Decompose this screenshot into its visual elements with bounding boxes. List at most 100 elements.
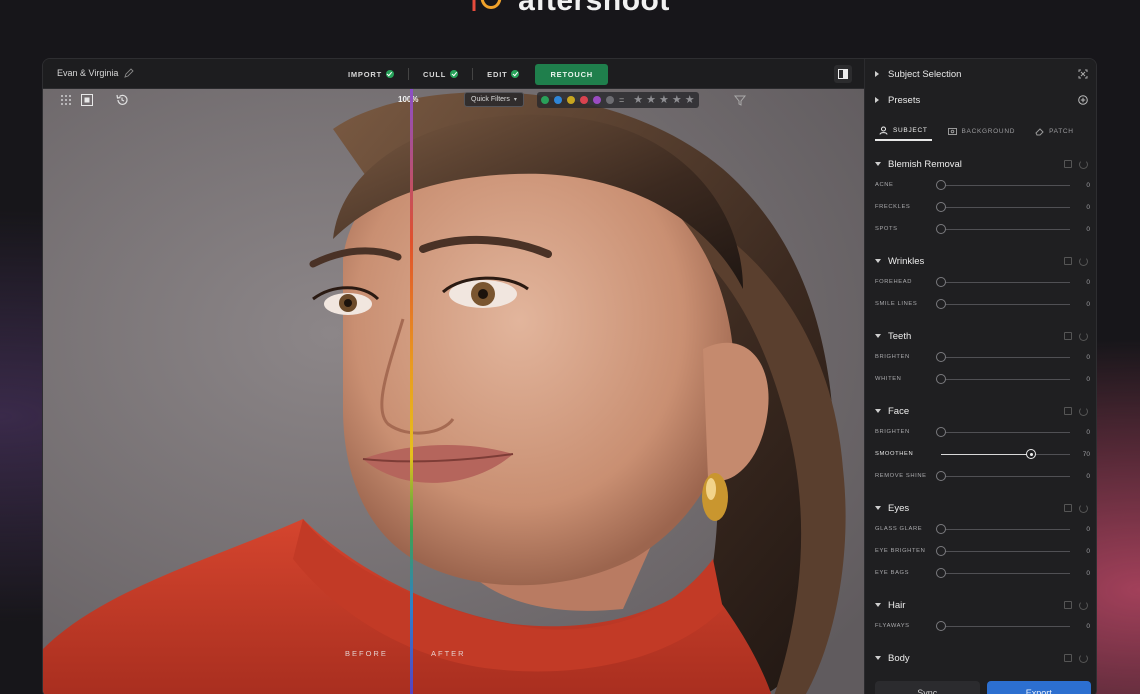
reset-icon[interactable] [1079, 503, 1088, 513]
reset-icon[interactable] [1079, 600, 1088, 610]
reset-icon[interactable] [1079, 331, 1088, 341]
color-label-green[interactable] [541, 96, 549, 104]
single-view-icon[interactable] [80, 93, 94, 107]
slider-track[interactable] [936, 374, 1070, 384]
slider-handle[interactable] [936, 471, 946, 481]
export-button[interactable]: Export [986, 681, 1091, 694]
color-label-blue[interactable] [554, 96, 562, 104]
slider-flyaways[interactable]: FLYAWAYS 0 [875, 619, 1090, 633]
image-viewer[interactable]: 100% Quick Filters ▾ = ★ ★ ★ ★ ★ BEFORE … [43, 89, 864, 694]
slider-forehead[interactable]: FOREHEAD 0 [875, 275, 1090, 289]
filter-funnel-icon[interactable] [733, 93, 747, 107]
color-label-gray[interactable] [606, 96, 614, 104]
reset-icon[interactable] [1079, 653, 1088, 663]
section-header-face[interactable]: Face [875, 403, 1088, 419]
slider-handle[interactable] [936, 568, 946, 578]
subject-selection-header[interactable]: Subject Selection [875, 64, 1088, 84]
slider-track[interactable] [936, 427, 1070, 437]
quick-filters-dropdown[interactable]: Quick Filters ▾ [464, 92, 524, 107]
add-preset-icon[interactable] [1078, 95, 1088, 105]
edit-icon[interactable] [1064, 159, 1072, 168]
select-subject-icon[interactable] [1078, 69, 1088, 79]
slider-eye-brighten[interactable]: EYE BRIGHTEN 0 [875, 544, 1090, 558]
star-icon[interactable]: ★ [659, 94, 669, 106]
slider-track[interactable] [936, 546, 1070, 556]
slider-track[interactable] [936, 352, 1070, 362]
star-rating[interactable]: ★ ★ ★ ★ ★ [633, 94, 695, 106]
reset-icon[interactable] [1079, 159, 1088, 169]
slider-acne[interactable]: ACNE 0 [875, 178, 1090, 192]
slider-handle[interactable] [936, 621, 946, 631]
step-retouch-button[interactable]: RETOUCH [535, 63, 609, 85]
tab-patch[interactable]: PATCH [1031, 121, 1078, 141]
edit-icon[interactable] [1064, 503, 1072, 512]
reset-icon[interactable] [1079, 406, 1088, 416]
slider-whiten[interactable]: WHITEN 0 [875, 372, 1090, 386]
color-label-purple[interactable] [593, 96, 601, 104]
slider-handle[interactable] [936, 202, 946, 212]
slider-track[interactable] [936, 224, 1070, 234]
star-icon[interactable]: ★ [685, 94, 695, 106]
slider-track[interactable] [936, 277, 1070, 287]
section-header-body[interactable]: Body [875, 650, 1088, 666]
star-icon[interactable]: ★ [633, 94, 643, 106]
slider-handle[interactable] [936, 299, 946, 309]
step-edit[interactable]: EDIT [477, 63, 529, 85]
star-icon[interactable]: ★ [672, 94, 682, 106]
slider-glass-glare[interactable]: GLASS GLARE 0 [875, 522, 1090, 536]
slider-track[interactable] [936, 524, 1070, 534]
section-header-hair[interactable]: Hair [875, 597, 1088, 613]
slider-smoothen[interactable]: SMOOTHEN 70 [875, 447, 1090, 461]
slider-handle[interactable] [936, 427, 946, 437]
slider-track[interactable] [936, 299, 1070, 309]
grid-view-icon[interactable] [59, 93, 73, 107]
color-label-red[interactable] [580, 96, 588, 104]
equals-icon[interactable]: = [619, 95, 624, 105]
edit-icon[interactable] [1064, 331, 1072, 340]
slider-track[interactable] [936, 180, 1070, 190]
before-after-divider[interactable] [410, 89, 413, 694]
slider-smile-lines[interactable]: SMILE LINES 0 [875, 297, 1090, 311]
section-header-eyes[interactable]: Eyes [875, 500, 1088, 516]
slider-handle[interactable] [936, 180, 946, 190]
step-cull[interactable]: CULL [413, 63, 468, 85]
slider-eye-bags[interactable]: EYE BAGS 0 [875, 566, 1090, 580]
edit-icon[interactable] [1064, 653, 1072, 662]
tab-subject[interactable]: SUBJECT [875, 121, 932, 141]
sync-button[interactable]: Sync [875, 681, 980, 694]
presets-header[interactable]: Presets [875, 90, 1088, 110]
zoom-level[interactable]: 100% [398, 95, 418, 104]
slider-handle[interactable] [936, 546, 946, 556]
color-label-yellow[interactable] [567, 96, 575, 104]
slider-freckles[interactable]: FRECKLES 0 [875, 200, 1090, 214]
section-header-blemish-removal[interactable]: Blemish Removal [875, 156, 1088, 172]
reset-icon[interactable] [1079, 256, 1088, 266]
panel-toggle-icon[interactable] [834, 65, 852, 83]
slider-track[interactable] [941, 449, 1070, 459]
edit-icon[interactable] [1064, 256, 1072, 265]
slider-handle[interactable] [936, 374, 946, 384]
slider-spots[interactable]: SPOTS 0 [875, 222, 1090, 236]
slider-handle[interactable] [936, 277, 946, 287]
edit-icon[interactable] [1064, 600, 1072, 609]
history-icon[interactable] [115, 93, 129, 107]
section-header-teeth[interactable]: Teeth [875, 328, 1088, 344]
slider-brighten[interactable]: BRIGHTEN 0 [875, 425, 1090, 439]
slider-remove-shine[interactable]: REMOVE SHINE 0 [875, 469, 1090, 483]
slider-track[interactable] [936, 621, 1070, 631]
slider-track[interactable] [936, 202, 1070, 212]
slider-handle[interactable] [936, 352, 946, 362]
edit-icon[interactable] [1064, 406, 1072, 415]
slider-handle[interactable] [936, 524, 946, 534]
section-header-wrinkles[interactable]: Wrinkles [875, 253, 1088, 269]
slider-handle[interactable] [936, 224, 946, 234]
slider-track[interactable] [936, 568, 1070, 578]
slider-brighten[interactable]: BRIGHTEN 0 [875, 350, 1090, 364]
slider-track[interactable] [936, 471, 1070, 481]
project-title[interactable]: Evan & Virginia [57, 68, 135, 78]
star-icon[interactable]: ★ [646, 94, 656, 106]
pencil-icon[interactable] [124, 68, 135, 78]
step-import[interactable]: IMPORT [338, 63, 404, 85]
tab-background[interactable]: BACKGROUND [944, 121, 1020, 141]
slider-handle[interactable] [1026, 449, 1037, 459]
